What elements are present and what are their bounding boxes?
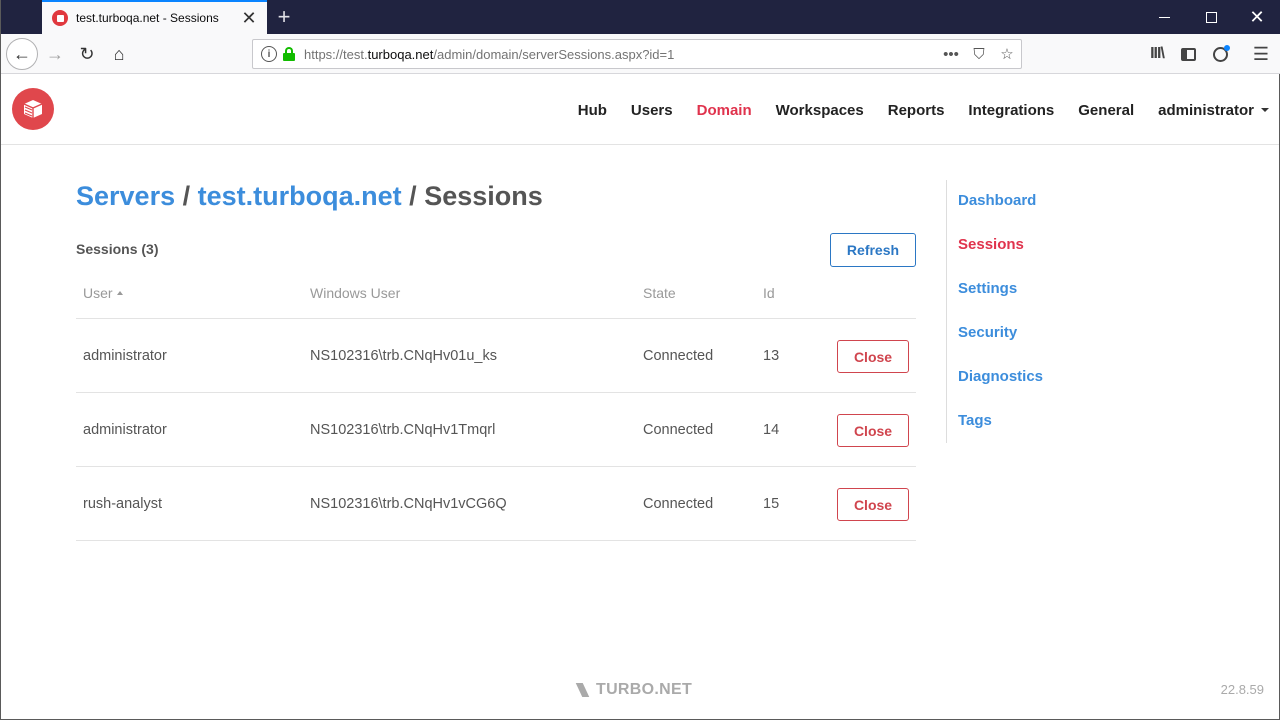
close-session-button[interactable]: Close xyxy=(837,414,909,447)
cell-id: 14 xyxy=(763,422,780,438)
breadcrumb-separator: / xyxy=(182,181,191,211)
breadcrumb-current: Sessions xyxy=(424,181,543,211)
pocket-icon[interactable]: ⛉ xyxy=(965,40,993,68)
nav-general[interactable]: General xyxy=(1078,102,1134,119)
cell-user: administrator xyxy=(83,348,167,364)
column-header-id[interactable]: Id xyxy=(763,285,775,301)
app-header: Hub Users Domain Workspaces Reports Inte… xyxy=(1,75,1279,145)
new-tab-button[interactable]: + xyxy=(271,4,297,30)
nav-users[interactable]: Users xyxy=(631,102,673,119)
page-actions-icon[interactable]: ••• xyxy=(937,40,965,68)
breadcrumb: Servers / test.turboqa.net / Sessions xyxy=(76,181,543,212)
cell-state: Connected xyxy=(643,348,714,364)
side-item-tags[interactable]: Tags xyxy=(958,412,992,429)
browser-tab[interactable]: test.turboqa.net - Sessions ✕ xyxy=(42,0,267,34)
close-session-button[interactable]: Close xyxy=(837,340,909,373)
tab-strip: test.turboqa.net - Sessions ✕ + ✕ xyxy=(1,0,1280,34)
reload-button[interactable]: ↻ xyxy=(71,38,103,70)
cube-icon xyxy=(23,100,43,118)
info-icon[interactable]: i xyxy=(261,46,277,62)
cell-state: Connected xyxy=(643,496,714,512)
bookmark-star-icon[interactable]: ☆ xyxy=(993,40,1021,68)
footer-brand[interactable]: TURBO.NET xyxy=(575,681,692,699)
favicon-icon xyxy=(52,10,68,26)
nav-workspaces[interactable]: Workspaces xyxy=(776,102,864,119)
cell-user: rush-analyst xyxy=(83,496,162,512)
caret-down-icon xyxy=(1261,108,1269,112)
side-item-dashboard[interactable]: Dashboard xyxy=(958,192,1036,209)
cell-id: 15 xyxy=(763,496,780,512)
hamburger-menu-icon[interactable]: ☰ xyxy=(1245,38,1277,70)
account-icon[interactable] xyxy=(1204,38,1236,70)
server-side-menu: Dashboard Sessions Settings Security Dia… xyxy=(946,180,1146,443)
tab-title: test.turboqa.net - Sessions xyxy=(76,11,219,25)
close-session-button[interactable]: Close xyxy=(837,488,909,521)
browser-window: test.turboqa.net - Sessions ✕ + ✕ ← → ↻ … xyxy=(0,0,1280,720)
breadcrumb-servers[interactable]: Servers xyxy=(76,181,175,211)
url-text[interactable]: https://test.turboqa.net/admin/domain/se… xyxy=(304,47,937,62)
nav-hub[interactable]: Hub xyxy=(578,102,607,119)
cell-windows-user: NS102316\trb.CNqHv1vCG6Q xyxy=(310,496,507,512)
table-row: rush-analyst NS102316\trb.CNqHv1vCG6Q Co… xyxy=(76,467,916,541)
library-icon[interactable]: III\ xyxy=(1141,38,1173,70)
main-nav: Hub Users Domain Workspaces Reports Inte… xyxy=(554,75,1269,145)
home-button[interactable]: ⌂ xyxy=(103,38,135,70)
sessions-count: Sessions (3) xyxy=(76,241,159,257)
side-item-settings[interactable]: Settings xyxy=(958,280,1017,297)
version-label: 22.8.59 xyxy=(1220,682,1264,697)
window-close-button[interactable]: ✕ xyxy=(1234,0,1280,34)
close-tab-icon[interactable]: ✕ xyxy=(237,6,261,30)
lock-icon[interactable] xyxy=(283,47,295,61)
table-row: administrator NS102316\trb.CNqHv01u_ks C… xyxy=(76,319,916,393)
column-header-user[interactable]: User xyxy=(83,285,123,301)
minimize-icon xyxy=(1158,16,1170,18)
side-item-security[interactable]: Security xyxy=(958,324,1017,341)
nav-domain[interactable]: Domain xyxy=(697,102,752,119)
side-item-sessions[interactable]: Sessions xyxy=(958,236,1024,253)
maximize-button[interactable] xyxy=(1188,0,1234,34)
refresh-button[interactable]: Refresh xyxy=(830,233,916,267)
cell-windows-user: NS102316\trb.CNqHv01u_ks xyxy=(310,348,497,364)
sidebar-icon[interactable] xyxy=(1172,38,1204,70)
nav-integrations[interactable]: Integrations xyxy=(968,102,1054,119)
cell-windows-user: NS102316\trb.CNqHv1Tmqrl xyxy=(310,422,496,438)
cell-id: 13 xyxy=(763,348,780,364)
table-row: administrator NS102316\trb.CNqHv1Tmqrl C… xyxy=(76,393,916,467)
cell-state: Connected xyxy=(643,422,714,438)
user-menu[interactable]: administrator xyxy=(1158,102,1269,119)
cell-user: administrator xyxy=(83,422,167,438)
table-header: User Windows User State Id xyxy=(76,277,916,319)
navigation-toolbar: ← → ↻ ⌂ i https://test.turboqa.net/admin… xyxy=(1,34,1280,74)
breadcrumb-separator: / xyxy=(409,181,417,211)
user-menu-label: administrator xyxy=(1158,101,1254,119)
back-button[interactable]: ← xyxy=(6,38,38,70)
turbo-slash-icon xyxy=(575,683,590,697)
minimize-button[interactable] xyxy=(1141,0,1187,34)
nav-reports[interactable]: Reports xyxy=(888,102,945,119)
sessions-table: User Windows User State Id administrator… xyxy=(76,277,916,541)
address-bar[interactable]: i https://test.turboqa.net/admin/domain/… xyxy=(252,39,1022,69)
breadcrumb-server[interactable]: test.turboqa.net xyxy=(198,181,402,211)
column-header-windows-user[interactable]: Windows User xyxy=(310,285,400,301)
maximize-icon xyxy=(1205,11,1217,23)
sort-ascending-icon xyxy=(116,291,123,295)
column-header-state[interactable]: State xyxy=(643,285,676,301)
forward-button[interactable]: → xyxy=(39,38,71,70)
turbo-logo[interactable] xyxy=(12,88,54,130)
side-item-diagnostics[interactable]: Diagnostics xyxy=(958,368,1043,385)
